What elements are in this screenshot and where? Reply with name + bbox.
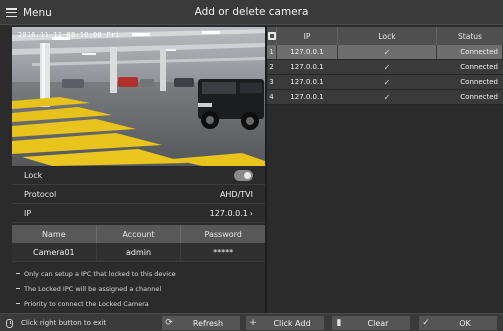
account-account-cell[interactable]: admin xyxy=(97,243,182,261)
exit-hint: Click right button to exit xyxy=(6,317,106,329)
row-status: Connected xyxy=(437,60,503,74)
select-all-icon[interactable] xyxy=(267,32,276,40)
preview-image xyxy=(12,27,265,166)
account-table-header: Name Account Password xyxy=(12,225,265,243)
ok-button[interactable]: ✓ OK xyxy=(419,316,497,330)
row-index: 1 xyxy=(267,45,277,59)
ip-value: 127.0.0.1 xyxy=(209,209,248,218)
mouse-icon xyxy=(6,318,13,328)
lock-toggle-wrap xyxy=(234,166,253,185)
window-title: Add or delete camera xyxy=(194,6,309,18)
ip-row[interactable]: IP 127.0.0.1 › xyxy=(12,204,265,223)
dash-icon xyxy=(16,273,20,274)
title-bar: Menu Add or delete camera xyxy=(0,0,503,25)
row-ip: 127.0.0.1 xyxy=(277,75,338,89)
note-text: The Locked IPC will be assigned a channe… xyxy=(24,284,162,293)
check-icon: ✓ xyxy=(338,75,437,89)
exit-hint-text: Click right button to exit xyxy=(21,319,107,327)
clear-label: Clear xyxy=(367,318,389,328)
ip-label: IP xyxy=(24,208,32,218)
account-table-row[interactable]: Camera01 admin ***** xyxy=(12,243,265,262)
account-password-cell[interactable]: ***** xyxy=(181,243,265,261)
dash-icon xyxy=(16,288,20,289)
camera-settings-panel: Lock Protocol AHD/TVI IP 127.0.0.1 › Nam… xyxy=(12,166,265,311)
note-text: Only can setup a IPC that locked to this… xyxy=(24,269,176,278)
lock-label: Lock xyxy=(24,170,43,180)
account-header-password: Password xyxy=(204,229,242,239)
protocol-label: Protocol xyxy=(24,189,57,199)
table-row[interactable]: 4 127.0.0.1 ✓ Connected xyxy=(267,90,503,105)
row-ip: 127.0.0.1 xyxy=(277,60,338,74)
camera-table: IP Lock Status 1 127.0.0.1 ✓ Connected 2… xyxy=(267,27,503,105)
plus-icon: + xyxy=(249,318,257,328)
table-row[interactable]: 2 127.0.0.1 ✓ Connected xyxy=(267,60,503,75)
ok-label: OK xyxy=(459,318,471,328)
check-icon: ✓ xyxy=(338,60,437,74)
lock-row: Lock xyxy=(12,166,265,185)
row-index: 3 xyxy=(267,75,277,89)
note-item: Priority to connect the Locked Camera xyxy=(12,296,265,311)
dash-icon xyxy=(16,303,20,304)
row-status: Connected xyxy=(437,75,503,89)
protocol-value[interactable]: AHD/TVI xyxy=(220,185,253,204)
select-all-cell[interactable] xyxy=(267,27,277,45)
account-name-cell[interactable]: Camera01 xyxy=(12,243,97,261)
header-status: Status xyxy=(458,31,482,41)
row-status: Connected xyxy=(437,90,503,104)
table-row[interactable]: 1 127.0.0.1 ✓ Connected xyxy=(267,45,503,60)
check-icon: ✓ xyxy=(422,318,430,328)
row-ip: 127.0.0.1 xyxy=(277,90,338,104)
note-text: Priority to connect the Locked Camera xyxy=(24,299,149,308)
protocol-row[interactable]: Protocol AHD/TVI xyxy=(12,185,265,204)
table-row[interactable]: 3 127.0.0.1 ✓ Connected xyxy=(267,75,503,90)
row-ip: 127.0.0.1 xyxy=(277,45,338,59)
camera-table-header: IP Lock Status xyxy=(267,27,503,45)
notes-list: Only can setup a IPC that locked to this… xyxy=(12,266,265,311)
refresh-label: Refresh xyxy=(192,318,224,328)
click-add-label: Click Add xyxy=(273,318,311,328)
chevron-right-icon: › xyxy=(249,209,253,218)
preview-timestamp: 2016.11.11 08:10:00 Fri xyxy=(18,31,120,39)
row-index: 2 xyxy=(267,60,277,74)
camera-preview: 2016.11.11 08:10:00 Fri xyxy=(12,27,265,166)
clear-button[interactable]: ▮ Clear xyxy=(332,316,410,330)
check-icon: ✓ xyxy=(338,45,437,59)
refresh-icon: ⟳ xyxy=(165,318,173,328)
header-lock: Lock xyxy=(338,27,437,45)
ip-value-wrap[interactable]: 127.0.0.1 › xyxy=(210,204,253,223)
account-header-account: Account xyxy=(97,225,182,243)
row-status: Connected xyxy=(437,45,503,59)
toggle-icon[interactable] xyxy=(234,170,253,181)
header-ip: IP xyxy=(277,27,338,45)
note-item: Only can setup a IPC that locked to this… xyxy=(12,266,265,281)
refresh-button[interactable]: ⟳ Refresh xyxy=(162,316,240,330)
note-item: The Locked IPC will be assigned a channe… xyxy=(12,281,265,296)
row-index: 4 xyxy=(267,90,277,104)
bottom-bar: Click right button to exit ⟳ Refresh + C… xyxy=(0,313,503,331)
click-add-button[interactable]: + Click Add xyxy=(246,316,324,330)
trash-icon: ▮ xyxy=(336,318,342,328)
check-icon: ✓ xyxy=(338,90,437,104)
account-header-name: Name xyxy=(12,225,97,243)
